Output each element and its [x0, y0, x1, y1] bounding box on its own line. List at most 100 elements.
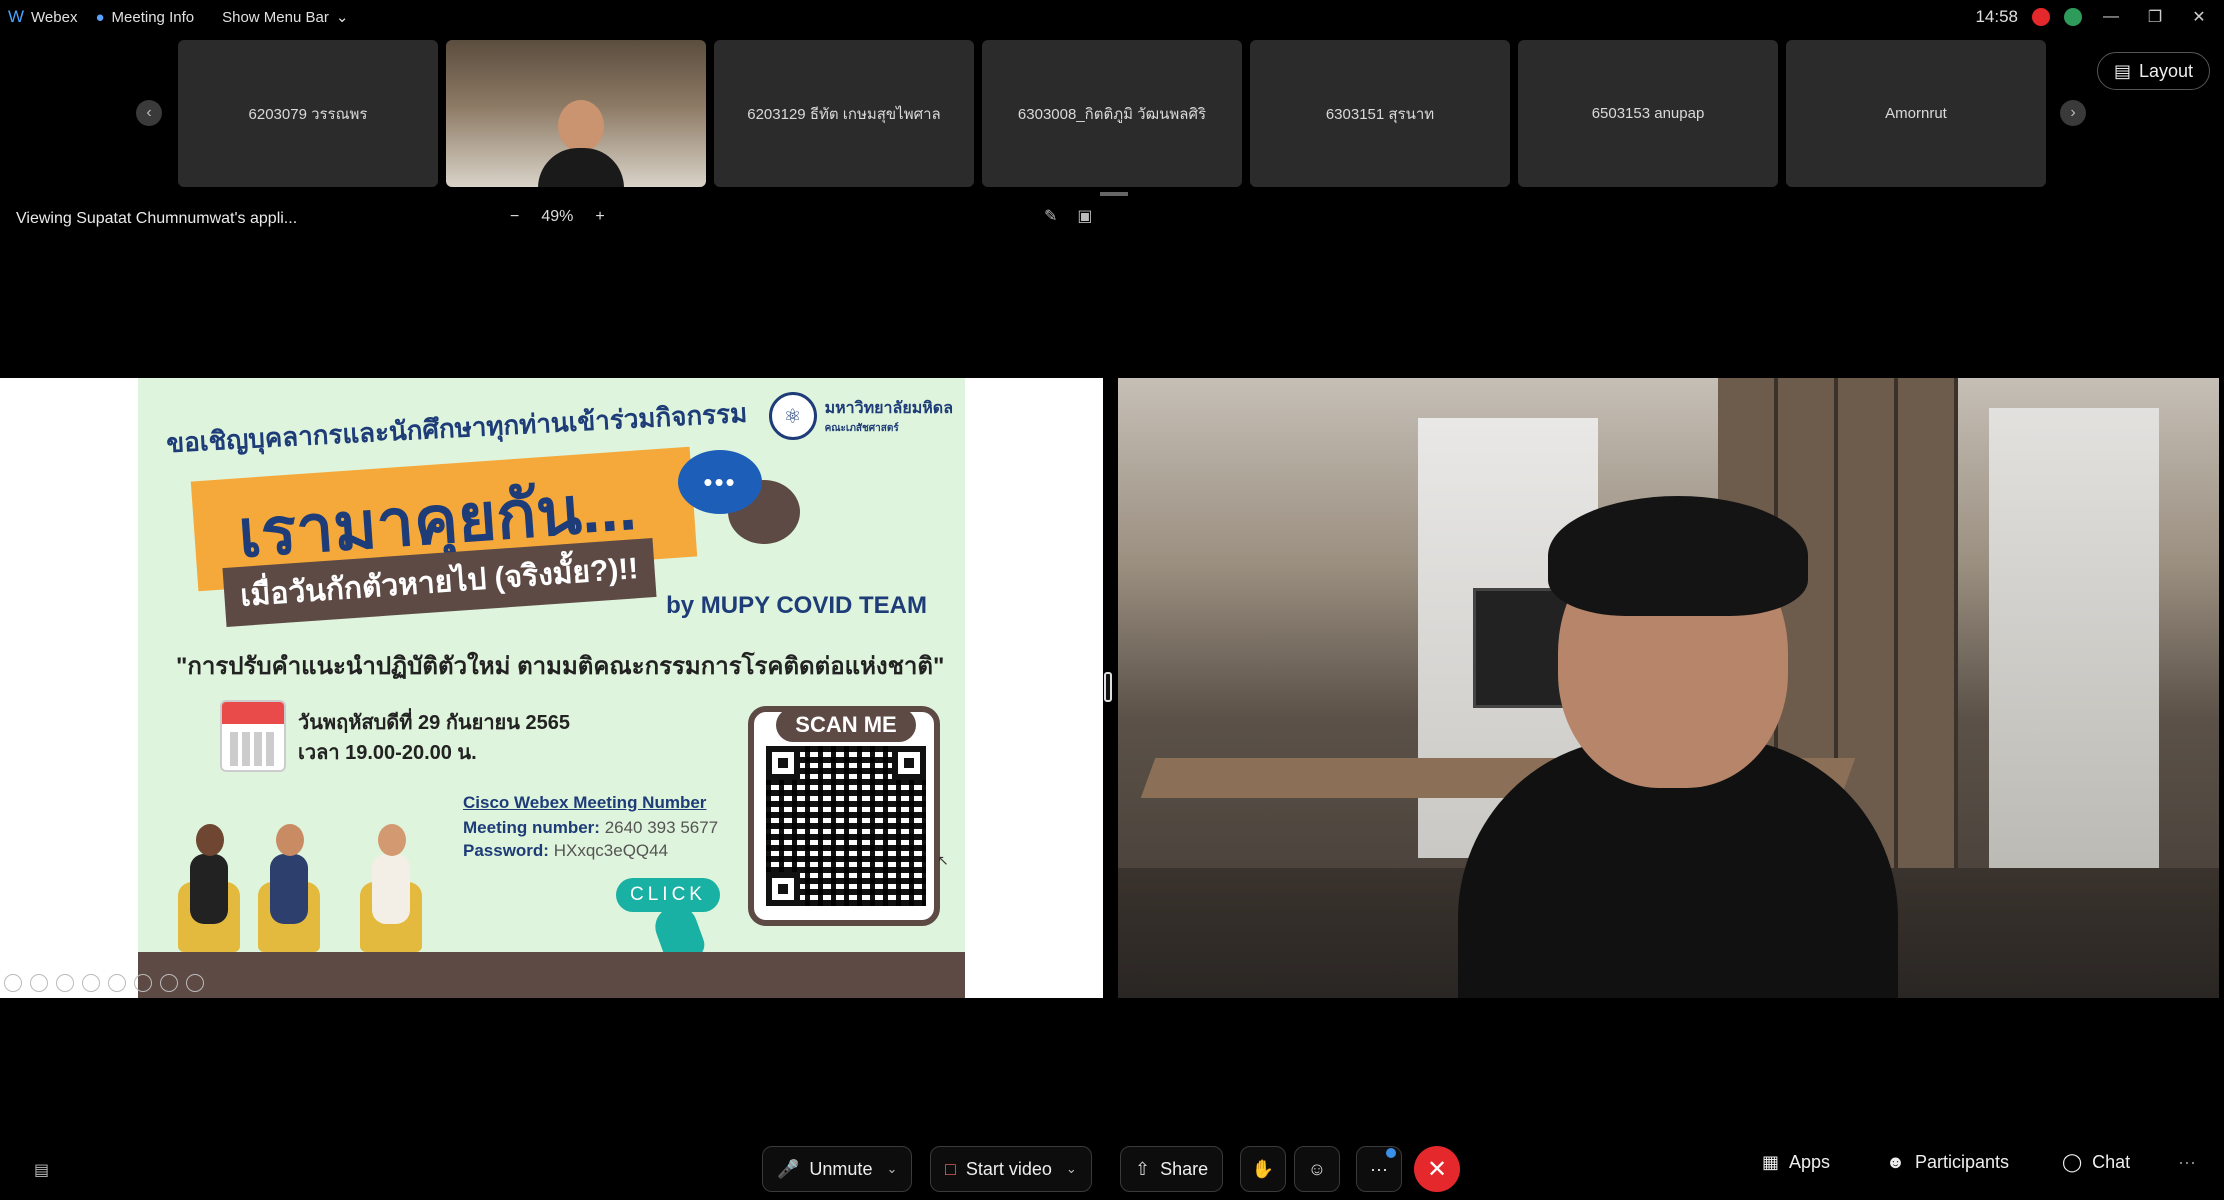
layout-icon: ▤: [2113, 60, 2131, 81]
university-seal-icon: ⚛: [768, 392, 817, 440]
clock: 14:58: [1975, 7, 2018, 26]
participant-tile[interactable]: 6503153 anupap: [1518, 40, 1778, 187]
university-logo: ⚛ มหาวิทยาลัยมหิดล คณะเภสัชศาสตร์: [768, 392, 953, 440]
active-speaker-video[interactable]: [1118, 378, 2219, 998]
slides-icon[interactable]: [82, 974, 100, 992]
slide-prev-icon[interactable]: [4, 974, 22, 992]
qr-finder: [892, 746, 926, 780]
participants-icon: ☻: [1886, 1152, 1905, 1172]
participant-tile[interactable]: 6203129 ธีทัต เกษมสุขไพศาล: [714, 40, 974, 187]
participant-name: 6503153 anupap: [1591, 105, 1705, 122]
chevron-down-icon[interactable]: ⌄: [1066, 1161, 1077, 1177]
poster-quote: "การปรับคำแนะนำปฏิบัติตัวใหม่ ตามมติคณะก…: [176, 653, 945, 680]
more-icon[interactable]: [186, 974, 204, 992]
participant-name: 6303008_กิตติภูมิ วัฒนพลศิริ: [1017, 105, 1207, 123]
speaker-hair: [1548, 496, 1808, 616]
chat-label: Chat: [2092, 1152, 2131, 1172]
raise-hand-button[interactable]: ✋: [1240, 1146, 1286, 1192]
hand-icon: ✋: [1251, 1158, 1275, 1179]
participant-filmstrip: ‹ 6203079 วรรณพร 6203129 ธีทัต เกษมสุขไพ…: [0, 40, 2224, 188]
unmute-button[interactable]: 🎤 Unmute ⌄: [762, 1146, 913, 1192]
meeting-info-label: Meeting Info: [111, 8, 195, 26]
show-menu-bar-label: Show Menu Bar: [222, 8, 329, 26]
mouse-cursor-icon: ↖: [937, 852, 949, 868]
show-menu-bar-button[interactable]: Show Menu Bar ⌄: [222, 8, 349, 27]
participant-name: 6203129 ธีทัต เกษมสุขไพศาล: [747, 105, 941, 123]
event-datetime: วันพฤหัสบดีที่ 29 กันยายน 2565 เวลา 19.0…: [298, 708, 570, 768]
meeting-info-button[interactable]: ● Meeting Info: [95, 9, 194, 26]
record-icon[interactable]: [2032, 8, 2050, 26]
shared-screen[interactable]: ⚛ มหาวิทยาลัยมหิดล คณะเภสัชศาสตร์ ขอเชิญ…: [0, 378, 1103, 998]
chevron-down-icon: ⌄: [335, 9, 349, 26]
webex-logo-icon: W: [8, 7, 25, 26]
leave-meeting-button[interactable]: ✕: [1414, 1146, 1460, 1192]
poster-team: by MUPY COVID TEAM: [666, 592, 927, 619]
avatar-icon[interactable]: [2064, 8, 2082, 26]
meeting-number: 2640 393 5677: [604, 818, 719, 837]
participant-video-head: [558, 100, 604, 152]
zoom-control: − 49% +: [510, 208, 605, 226]
start-video-button[interactable]: □ Start video ⌄: [930, 1146, 1092, 1192]
pop-out-icon[interactable]: ▣: [1077, 206, 1092, 226]
event-date: วันพฤหัสบดีที่ 29 กันยายน 2565: [298, 712, 570, 734]
event-time: เวลา 19.00-20.00 น.: [298, 742, 477, 764]
participant-name: 6203079 วรรณพร: [248, 105, 368, 123]
app-name: Webex: [31, 8, 78, 26]
event-poster: ⚛ มหาวิทยาลัยมหิดล คณะเภสัชศาสตร์ ขอเชิญ…: [138, 378, 965, 998]
split-resize-handle[interactable]: [1104, 672, 1112, 702]
chevron-down-icon[interactable]: ⌄: [886, 1161, 897, 1177]
title-bar: W Webex ● Meeting Info Show Menu Bar ⌄ 1…: [0, 0, 2224, 34]
app-menu[interactable]: W Webex: [8, 7, 77, 27]
participant-tile[interactable]: 6303008_กิตติภูมิ วัฒนพลศิริ: [982, 40, 1242, 187]
layout-label: Layout: [2138, 60, 2193, 81]
filmstrip-resize-grip[interactable]: [1100, 192, 1128, 196]
zoom-out-button[interactable]: −: [510, 208, 519, 226]
zoom-in-button[interactable]: +: [595, 208, 604, 226]
reactions-button[interactable]: ☺: [1294, 1146, 1340, 1192]
qr-finder: [766, 872, 800, 906]
apps-icon: ▦: [1762, 1152, 1780, 1172]
close-icon[interactable]: ✕: [2184, 7, 2214, 27]
chat-button[interactable]: ◯ Chat: [2062, 1152, 2130, 1173]
filmstrip-prev-button[interactable]: ‹: [136, 100, 162, 126]
unmute-label: Unmute: [809, 1158, 873, 1179]
filmstrip-next-button[interactable]: ›: [2060, 100, 2086, 126]
layout-button[interactable]: ▤ Layout: [2096, 52, 2210, 90]
meeting-number-label: Meeting number:: [463, 818, 600, 837]
emoji-icon: ☺: [1307, 1158, 1327, 1179]
start-video-label: Start video: [965, 1158, 1052, 1179]
password-line: Password: HXxqc3eQQ44: [463, 841, 668, 861]
chat-icon: ◯: [2062, 1152, 2083, 1172]
apps-button[interactable]: ▦ Apps: [1762, 1152, 1830, 1173]
participants-button[interactable]: ☻ Participants: [1886, 1152, 2009, 1173]
pen-icon[interactable]: [56, 974, 74, 992]
subtitle-icon[interactable]: [134, 974, 152, 992]
video-off-icon: □: [945, 1158, 956, 1179]
captions-icon[interactable]: ▤: [34, 1160, 49, 1180]
webex-title: Cisco Webex Meeting Number: [463, 793, 707, 812]
viewing-status: Viewing Supatat Chumnumwat's appli...: [16, 210, 298, 227]
share-button[interactable]: ⇧ Share: [1120, 1146, 1224, 1192]
overflow-button[interactable]: ···: [2178, 1152, 2196, 1173]
chat-bubble-icon: •••: [678, 450, 762, 514]
slide-next-icon[interactable]: [30, 974, 48, 992]
calendar-icon: [220, 700, 286, 772]
participant-video-tile[interactable]: [446, 40, 706, 187]
restore-icon[interactable]: ❐: [2140, 7, 2170, 27]
annotate-icon[interactable]: ✎: [1044, 206, 1057, 226]
zoom-icon[interactable]: [108, 974, 126, 992]
camera-icon[interactable]: [160, 974, 178, 992]
shield-icon: ●: [95, 8, 105, 26]
share-tools: ✎ ▣: [1044, 206, 1093, 226]
participant-tile[interactable]: 6203079 วรรณพร: [178, 40, 438, 187]
more-label: ···: [1370, 1158, 1388, 1179]
participant-tile[interactable]: 6303151 สุรนาท: [1250, 40, 1510, 187]
scan-me-label: SCAN ME: [776, 708, 916, 742]
close-icon: ✕: [1426, 1155, 1448, 1183]
meeting-number-line: Meeting number: 2640 393 5677: [463, 818, 718, 838]
minimize-icon[interactable]: —: [2096, 8, 2126, 26]
faculty-name: คณะเภสัชศาสตร์: [824, 423, 899, 434]
participant-tile[interactable]: Amornrut: [1786, 40, 2046, 187]
poster-footer: [138, 952, 965, 998]
apps-label: Apps: [1789, 1152, 1831, 1172]
